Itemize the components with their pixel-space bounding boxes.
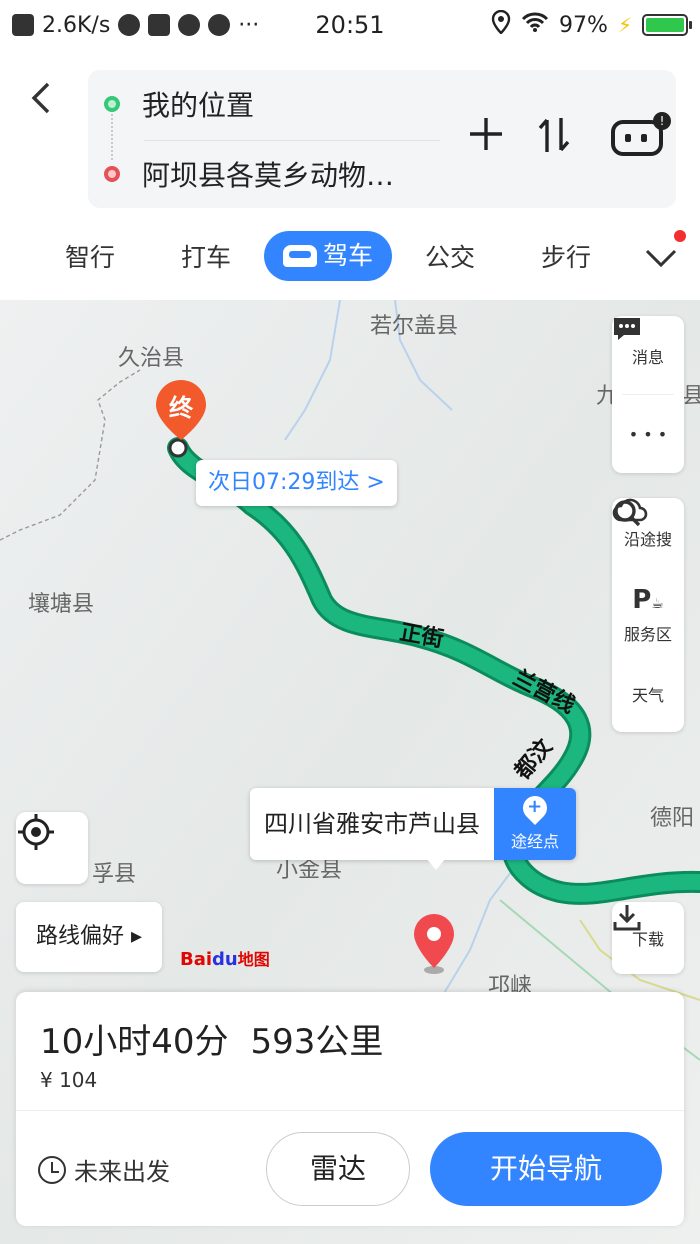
- swap-route-button[interactable]: [532, 114, 576, 165]
- destination-field[interactable]: 阿坝县各莫乡动物…: [88, 144, 394, 204]
- tab-taxi[interactable]: 打车: [148, 238, 264, 274]
- travel-mode-tabs: 智行 打车 驾车 公交 步行: [0, 228, 700, 284]
- back-button[interactable]: [28, 80, 68, 120]
- radar-button[interactable]: 雷达: [266, 1132, 410, 1206]
- notification-dot: [674, 230, 686, 242]
- more-modes-button[interactable]: [644, 242, 678, 277]
- map-label: 孚县: [92, 862, 137, 887]
- add-via-point-button[interactable]: 途经点: [494, 788, 576, 860]
- status-time: 20:51: [315, 11, 385, 39]
- red-pin-icon: [414, 914, 454, 974]
- add-waypoint-button[interactable]: [464, 114, 508, 158]
- locate-button[interactable]: [16, 812, 88, 884]
- origin-text: 我的位置: [142, 89, 255, 122]
- parking-icon: P☕: [632, 585, 664, 615]
- route-header: 我的位置 阿坝县各莫乡动物… ! 智行 打车 驾车 公交 步行: [0, 50, 700, 300]
- place-bubble[interactable]: 四川省雅安市芦山县 途经点: [250, 788, 576, 860]
- via-point-icon: [518, 791, 552, 825]
- distance: 593公里: [250, 1022, 384, 1062]
- more-options-button[interactable]: • • •: [612, 395, 684, 473]
- map-label: 县: [682, 384, 700, 409]
- eta-bubble[interactable]: 次日07:29到达 >: [196, 460, 397, 506]
- bubble-tail: [426, 858, 446, 870]
- field-divider: [144, 140, 440, 141]
- side-panel-tools: 沿途搜 P☕ 服务区 天气: [612, 498, 684, 732]
- divider: [16, 1110, 684, 1111]
- origin-field[interactable]: 我的位置: [88, 74, 254, 134]
- service-area-label: 服务区: [623, 625, 672, 644]
- destination-marker[interactable]: 终: [154, 378, 208, 442]
- duration: 10小时40分: [40, 1022, 229, 1062]
- tab-transit[interactable]: 公交: [392, 238, 508, 274]
- future-departure-button[interactable]: 未来出发: [38, 1152, 170, 1187]
- weather-label: 天气: [631, 686, 664, 705]
- destination-text: 阿坝县各莫乡动物…: [142, 159, 395, 192]
- baidu-map-logo: Baidu地图: [180, 949, 270, 970]
- car-icon: [282, 245, 317, 267]
- chevron-left-icon: [31, 82, 50, 114]
- search-along-label: 沿途搜: [623, 530, 672, 549]
- map-label: 德阳: [650, 806, 695, 831]
- assistant-button[interactable]: !: [608, 112, 671, 162]
- end-marker-label: 终: [169, 394, 193, 422]
- tab-walk[interactable]: 步行: [508, 238, 624, 274]
- route-input-box: 我的位置 阿坝县各莫乡动物… !: [88, 70, 676, 208]
- tab-smart[interactable]: 智行: [32, 238, 148, 274]
- future-departure-label: 未来出发: [74, 1158, 170, 1186]
- weather-button[interactable]: 天气: [612, 498, 684, 732]
- crosshair-icon: [18, 814, 54, 850]
- via-point-label: 途经点: [510, 832, 559, 851]
- origin-dot-icon: [104, 96, 120, 112]
- map-label: 壤塘县: [28, 592, 95, 617]
- battery-icon: [642, 14, 692, 36]
- route-end-dot: [168, 438, 188, 458]
- side-panel-top: 消息 • • •: [612, 316, 684, 473]
- route-preference-button[interactable]: 路线偏好 ▸: [16, 902, 162, 972]
- start-navigation-button[interactable]: 开始导航: [430, 1132, 662, 1206]
- download-button[interactable]: 下载: [612, 902, 684, 974]
- tab-drive[interactable]: 驾车: [264, 231, 392, 281]
- route-summary: 10小时40分 593公里: [40, 1014, 405, 1063]
- map-label: 久治县: [118, 346, 185, 371]
- route-summary-card: 10小时40分 593公里 ¥ 104 未来出发 雷达 开始导航: [16, 992, 684, 1226]
- messages-button[interactable]: 消息: [612, 316, 684, 394]
- selected-place-marker[interactable]: [412, 912, 456, 976]
- map-label: 若尔盖县: [370, 314, 459, 339]
- more-dots-icon: • • •: [628, 424, 668, 444]
- service-area-button[interactable]: P☕ 服务区: [612, 576, 684, 654]
- robot-icon: !: [611, 112, 671, 156]
- tab-drive-label: 驾车: [322, 241, 373, 270]
- download-icon: [613, 905, 641, 931]
- chevron-down-icon: [645, 249, 677, 268]
- place-name: 四川省雅安市芦山县: [264, 810, 480, 838]
- status-bar: 2.6K/s ··· 20:51 97% ⚡: [0, 0, 700, 50]
- clock-icon: [38, 1155, 66, 1184]
- swap-icon: [538, 118, 570, 152]
- messages-label: 消息: [631, 348, 664, 367]
- destination-dot-icon: [104, 166, 120, 182]
- toll-cost: ¥ 104: [40, 1068, 98, 1092]
- plus-icon: [470, 118, 502, 150]
